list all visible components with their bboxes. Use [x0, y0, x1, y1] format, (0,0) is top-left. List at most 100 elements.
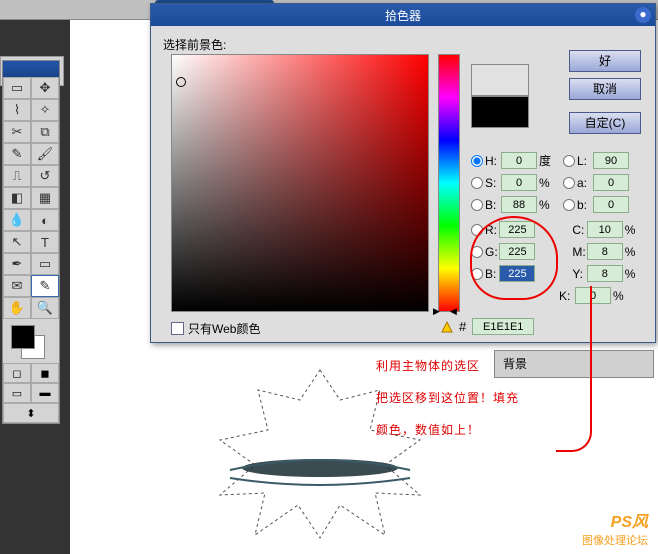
jump-to[interactable]: ⬍ — [3, 403, 59, 423]
radio-a[interactable] — [563, 177, 575, 189]
slice-tool[interactable]: ⧉ — [31, 121, 59, 143]
radio-h[interactable] — [471, 155, 483, 167]
dodge-tool[interactable]: ◐ — [31, 209, 59, 231]
close-icon[interactable]: ● — [635, 7, 651, 23]
history-brush-tool[interactable]: ↺ — [31, 165, 59, 187]
unit-s: % — [539, 176, 557, 190]
web-only-label: 只有Web颜色 — [188, 320, 260, 337]
input-s[interactable] — [501, 174, 537, 191]
color-field[interactable] — [171, 54, 429, 312]
crop-tool[interactable]: ✂ — [3, 121, 31, 143]
screen-mode-2[interactable]: ▬ — [31, 383, 59, 403]
input-h[interactable] — [501, 152, 537, 169]
unit-y: % — [625, 267, 641, 281]
ok-button[interactable]: 好 — [569, 50, 641, 72]
path-tool[interactable]: ↖ — [3, 231, 31, 253]
radio-s[interactable] — [471, 177, 483, 189]
new-color-swatch[interactable] — [471, 64, 529, 96]
shape-tool[interactable]: ▭ — [31, 253, 59, 275]
notes-tool[interactable]: ✉ — [3, 275, 31, 297]
annot-line1: 利用主物体的选区 — [376, 350, 519, 382]
standard-mode[interactable]: ◻ — [3, 363, 31, 383]
warning-icon[interactable] — [441, 321, 453, 333]
marquee-tool[interactable]: ▭ — [3, 77, 31, 99]
label-s: S: — [485, 176, 501, 190]
input-c[interactable] — [587, 221, 623, 238]
annot-line3: 颜色，数值如上！ — [376, 414, 519, 446]
quickmask-mode[interactable]: ◼ — [31, 363, 59, 383]
watermark-logo: PS风 — [582, 508, 648, 532]
input-k[interactable] — [575, 287, 611, 304]
cancel-button[interactable]: 取消 — [569, 78, 641, 100]
foreground-swatch[interactable] — [11, 325, 35, 349]
color-fields: H: 度 L: S:% a: B:% b: R: C:% G: M:% B: Y:… — [471, 152, 647, 309]
radio-bv[interactable] — [471, 199, 483, 211]
toolbox-header[interactable] — [3, 61, 59, 77]
unit-m: % — [625, 245, 641, 259]
lasso-tool[interactable]: ⌇ — [3, 99, 31, 121]
input-b[interactable] — [593, 196, 629, 213]
web-only-checkbox[interactable] — [171, 322, 184, 335]
input-a[interactable] — [593, 174, 629, 191]
hex-input[interactable] — [472, 318, 534, 335]
label-a: a: — [577, 176, 593, 190]
input-r[interactable] — [499, 221, 535, 238]
label-b: b: — [577, 198, 593, 212]
wand-tool[interactable]: ✧ — [31, 99, 59, 121]
heal-tool[interactable]: ✎ — [3, 143, 31, 165]
toolbox: ▭✥ ⌇✧ ✂⧉ ✎🖌 ⎍↺ ◧▦ 💧◐ ↖T ✒▭ ✉✎ ✋🔍 ◻◼ ▭▬ ⬍ — [2, 60, 60, 424]
watermark: PS风 图像处理论坛 — [582, 508, 648, 548]
input-m[interactable] — [587, 243, 623, 260]
hue-slider-thumb[interactable]: ▶ ◀ — [433, 306, 465, 314]
color-field-cursor[interactable] — [176, 77, 186, 87]
radio-l[interactable] — [563, 155, 575, 167]
stamp-tool[interactable]: ⎍ — [3, 165, 31, 187]
hash-label: # — [459, 319, 466, 334]
input-l[interactable] — [593, 152, 629, 169]
type-tool[interactable]: T — [31, 231, 59, 253]
screen-mode-1[interactable]: ▭ — [3, 383, 31, 403]
watermark-sub: 图像处理论坛 — [582, 532, 648, 548]
radio-g[interactable] — [471, 246, 483, 258]
unit-k: % — [613, 289, 631, 303]
label-h: H: — [485, 154, 501, 168]
hex-row: # — [441, 318, 534, 335]
eraser-tool[interactable]: ◧ — [3, 187, 31, 209]
custom-button[interactable]: 自定(C) — [569, 112, 641, 134]
brush-tool[interactable]: 🖌 — [31, 143, 59, 165]
move-tool[interactable]: ✥ — [31, 77, 59, 99]
label-y: Y: — [572, 267, 586, 281]
radio-b[interactable] — [563, 199, 575, 211]
unit-bv: % — [539, 198, 557, 212]
radio-bb[interactable] — [471, 268, 483, 280]
picker-title-text: 拾色器 — [385, 7, 421, 24]
input-bb[interactable] — [499, 265, 535, 282]
unit-h: 度 — [539, 152, 557, 169]
blur-tool[interactable]: 💧 — [3, 209, 31, 231]
current-color-swatch[interactable] — [471, 96, 529, 128]
label-r: R: — [485, 223, 499, 237]
input-g[interactable] — [499, 243, 535, 260]
eyedropper-tool[interactable]: ✎ — [31, 275, 59, 297]
label-c: C: — [572, 223, 586, 237]
gradient-tool[interactable]: ▦ — [31, 187, 59, 209]
pen-tool[interactable]: ✒ — [3, 253, 31, 275]
hand-tool[interactable]: ✋ — [3, 297, 31, 319]
web-only-row: 只有Web颜色 — [171, 320, 260, 337]
label-bb: B: — [485, 267, 499, 281]
input-bv[interactable] — [501, 196, 537, 213]
label-g: G: — [485, 245, 499, 259]
label-k: K: — [559, 289, 575, 303]
unit-c: % — [625, 223, 641, 237]
swatch-area — [3, 319, 59, 363]
zoom-tool[interactable]: 🔍 — [31, 297, 59, 319]
input-y[interactable] — [587, 265, 623, 282]
hue-slider[interactable] — [438, 54, 460, 312]
label-m: M: — [572, 245, 586, 259]
label-l: L: — [577, 154, 593, 168]
annotation-text: 利用主物体的选区 把选区移到这位置！填充 颜色，数值如上！ — [376, 350, 519, 446]
picker-titlebar[interactable]: 拾色器 ● — [151, 4, 655, 26]
radio-r[interactable] — [471, 224, 483, 236]
label-bv: B: — [485, 198, 501, 212]
color-picker-dialog: 拾色器 ● 选择前景色: ▶ ◀ 好 取消 自定(C) H:度 L: S:% a… — [150, 3, 656, 343]
